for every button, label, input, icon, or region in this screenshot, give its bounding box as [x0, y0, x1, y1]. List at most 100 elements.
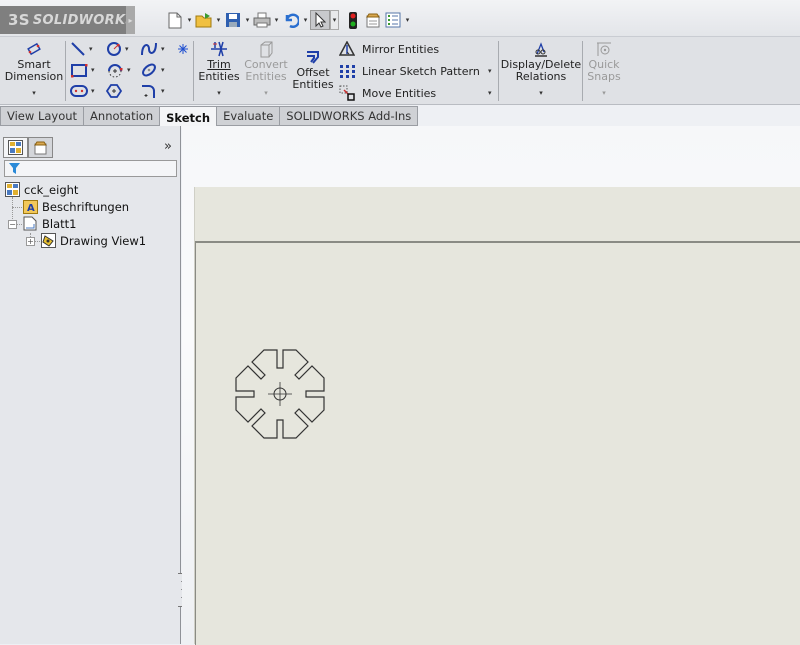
fillet-dropdown[interactable]: ▾	[161, 87, 165, 95]
solidworks-logo[interactable]: 3S SOLIDWORKS	[0, 6, 135, 34]
arc-tool[interactable]: ▾	[106, 60, 131, 80]
arc-dropdown[interactable]: ▾	[127, 66, 131, 74]
offset-entities-label-2: Entities	[292, 78, 334, 91]
select-button[interactable]	[310, 10, 330, 30]
ellipse-dropdown[interactable]: ▾	[161, 66, 165, 74]
print-dropdown[interactable]: ▾	[272, 16, 281, 24]
print-button[interactable]	[252, 10, 272, 30]
menu-expand-arrow[interactable]: ▸	[126, 6, 135, 34]
tree-item-label: Blatt1	[42, 216, 77, 231]
sketch-fillet-tool[interactable]: ▾	[140, 81, 165, 101]
trim-entities-dropdown[interactable]: ▾	[217, 87, 221, 99]
select-dropdown[interactable]: ▾	[330, 10, 339, 30]
slot-icon	[70, 85, 88, 97]
undo-dropdown[interactable]: ▾	[301, 16, 310, 24]
panel-expand-button[interactable]: »	[164, 139, 172, 154]
circle-tool[interactable]: ▾	[106, 39, 129, 59]
drawing-view-icon	[40, 233, 56, 248]
spline-dropdown[interactable]: ▾	[161, 45, 165, 53]
line-dropdown[interactable]: ▾	[89, 45, 93, 53]
expand-drawing-view-toggle[interactable]: +	[26, 237, 35, 246]
quick-snaps-label-2: Snaps	[587, 70, 621, 83]
file-properties-button[interactable]	[363, 10, 383, 30]
slot-dropdown[interactable]: ▾	[91, 87, 95, 95]
move-entities-label: Move Entities	[362, 86, 437, 100]
offset-entities-button[interactable]: Offset Entities	[292, 47, 334, 91]
tree-item-blatt1[interactable]: Blatt1	[22, 215, 76, 232]
undo-icon	[285, 13, 299, 28]
display-delete-relations-button[interactable]: Display/Delete Relations ▾	[501, 39, 581, 99]
options-dropdown[interactable]: ▾	[403, 16, 412, 24]
tab-view-layout[interactable]: View Layout	[0, 106, 85, 126]
line-tool[interactable]: ▾	[70, 39, 93, 59]
new-document-button[interactable]	[165, 10, 185, 30]
open-button[interactable]	[194, 10, 214, 30]
open-folder-icon	[195, 13, 212, 28]
ellipse-tool[interactable]: ▾	[140, 60, 165, 80]
tree-item-beschriftungen[interactable]: A Beschriftungen	[22, 198, 129, 215]
rebuild-button[interactable]	[343, 10, 363, 30]
ellipse-icon	[142, 63, 156, 77]
smart-dimension-button[interactable]: Smart Dimension ▾	[5, 39, 63, 99]
cursor-icon	[315, 12, 326, 28]
polygon-tool[interactable]	[106, 81, 122, 101]
quick-snaps-icon	[597, 42, 611, 56]
tree-item-label: Beschriftungen	[42, 199, 130, 214]
move-entities-button[interactable]: Move Entities	[338, 83, 436, 103]
tab-evaluate[interactable]: Evaluate	[217, 106, 281, 126]
circle-dropdown[interactable]: ▾	[125, 45, 129, 53]
quick-snaps-dropdown[interactable]: ▾	[602, 87, 606, 99]
mirror-entities-icon	[339, 41, 355, 56]
ds-logo-icon: 3S	[8, 11, 30, 29]
arc-icon	[108, 64, 123, 78]
drawing-sheet[interactable]	[195, 241, 800, 645]
tab-solidworks-add-ins[interactable]: SOLIDWORKS Add-Ins	[280, 106, 419, 126]
annotations-folder-icon: A	[22, 200, 38, 214]
line-icon	[71, 42, 85, 56]
save-dropdown[interactable]: ▾	[243, 16, 252, 24]
slot-tool[interactable]: ▾	[70, 81, 95, 101]
smart-dimension-dropdown[interactable]: ▾	[32, 87, 36, 99]
open-dropdown[interactable]: ▾	[214, 16, 223, 24]
display-delete-relations-dropdown[interactable]: ▾	[539, 87, 543, 99]
tree-item-cck-eight[interactable]: cck_eight	[4, 181, 78, 198]
mirror-entities-button[interactable]: Mirror Entities	[338, 39, 439, 59]
quick-access-toolbar: ▾ ▾ ▾ ▾ ▾ ▾ ▾	[165, 9, 412, 31]
graphics-area[interactable]	[182, 126, 800, 645]
drawing-view-part[interactable]	[234, 343, 334, 443]
trim-entities-button[interactable]: Trim Entities ▾	[198, 39, 240, 99]
tab-sketch[interactable]: Sketch	[160, 106, 218, 128]
convert-entities-dropdown[interactable]: ▾	[264, 87, 268, 99]
convert-entities-button[interactable]: Convert Entities ▾	[244, 39, 288, 99]
save-icon	[226, 13, 240, 27]
spline-tool[interactable]: ▾	[140, 39, 165, 59]
sheet-icon	[23, 216, 37, 231]
point-tool[interactable]	[177, 39, 189, 59]
feature-manager-tab[interactable]	[3, 137, 28, 158]
rectangle-dropdown[interactable]: ▾	[91, 66, 95, 74]
polygon-icon	[106, 84, 122, 98]
tree-item-label: cck_eight	[24, 182, 79, 197]
feature-tree-icon	[8, 140, 23, 155]
convert-entities-label-2: Entities	[245, 70, 287, 83]
options-button[interactable]	[383, 10, 403, 30]
save-button[interactable]	[223, 10, 243, 30]
ribbon-separator	[498, 41, 499, 101]
feature-manager-panel: » − + cck_eight A Beschriftungen Blatt1 …	[0, 126, 181, 644]
quick-snaps-button[interactable]: Quick Snaps ▾	[586, 39, 622, 99]
tree-item-drawing-view1[interactable]: Drawing View1	[40, 232, 146, 249]
collapse-blatt1-toggle[interactable]: −	[8, 220, 17, 229]
rectangle-tool[interactable]: ▾	[70, 60, 95, 80]
spline-icon	[141, 42, 157, 56]
undo-button[interactable]	[281, 10, 301, 30]
trim-entities-label-2: Entities	[198, 70, 240, 83]
pattern-dropdown[interactable]: ▾	[488, 67, 492, 75]
linear-sketch-pattern-button[interactable]: Linear Sketch Pattern	[338, 61, 480, 81]
tree-filter-input[interactable]	[4, 160, 177, 177]
tab-annotation[interactable]: Annotation	[84, 106, 161, 126]
property-manager-tab[interactable]	[28, 137, 53, 158]
move-entities-icon	[339, 85, 355, 101]
offset-entities-icon	[307, 51, 319, 64]
move-dropdown[interactable]: ▾	[488, 89, 492, 97]
new-dropdown[interactable]: ▾	[185, 16, 194, 24]
